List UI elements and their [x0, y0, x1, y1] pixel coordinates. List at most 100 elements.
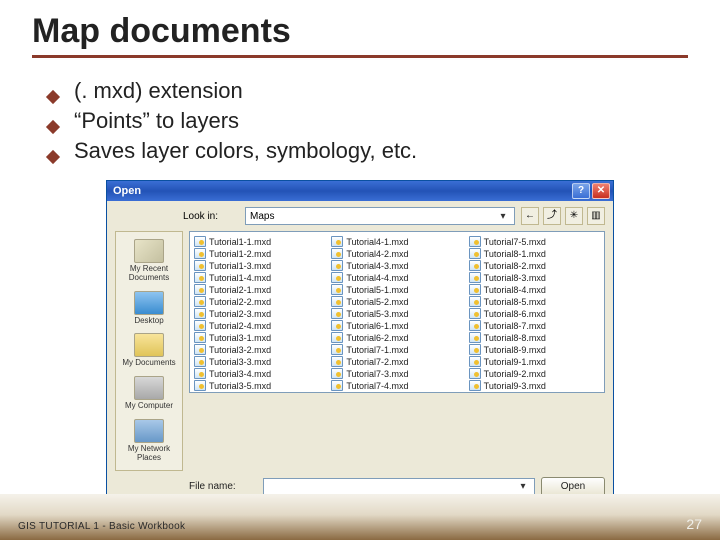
file-item[interactable]: Tutorial8-6.mxd [469, 308, 600, 319]
file-item[interactable]: Tutorial7-2.mxd [331, 356, 462, 367]
mxd-file-icon [469, 380, 481, 391]
file-name: Tutorial5-2.mxd [346, 297, 408, 307]
lookin-label: Look in: [183, 211, 239, 222]
chevron-down-icon: ▾ [496, 211, 510, 222]
file-name: Tutorial6-2.mxd [346, 333, 408, 343]
file-item[interactable]: Tutorial2-1.mxd [194, 284, 325, 295]
file-name: Tutorial8-3.mxd [484, 273, 546, 283]
folder-icon [134, 333, 164, 357]
file-list-pane[interactable]: Tutorial1-1.mxdTutorial1-2.mxd Tutorial1-… [189, 231, 605, 393]
file-item[interactable]: Tutorial4-1.mxd [331, 236, 462, 247]
file-item[interactable]: Tutorial2-2.mxd [194, 296, 325, 307]
mxd-file-icon [194, 284, 206, 295]
file-column: Tutorial1-1.mxdTutorial1-2.mxd Tutorial1-… [194, 236, 325, 388]
file-item[interactable]: Tutorial1-1.mxd [194, 236, 325, 247]
file-item[interactable]: Tutorial7-1.mxd [331, 344, 462, 355]
file-item[interactable]: Tutorial1-4.mxd [194, 272, 325, 283]
mxd-file-icon [469, 272, 481, 283]
up-folder-icon[interactable]: ⤴ [543, 207, 561, 225]
file-item[interactable]: Tutorial4-4.mxd [331, 272, 462, 283]
file-item[interactable]: Tutorial8-3.mxd [469, 272, 600, 283]
diamond-bullet-icon [46, 120, 60, 134]
file-item[interactable]: Tutorial8-2.mxd [469, 260, 600, 271]
file-name: Tutorial4-2.mxd [346, 249, 408, 259]
diamond-bullet-icon [46, 90, 60, 104]
slide-footer: GIS TUTORIAL 1 - Basic Workbook 27 [0, 494, 720, 540]
filename-field[interactable]: ▾ [263, 478, 535, 496]
close-button[interactable]: ✕ [592, 183, 610, 199]
mxd-file-icon [469, 236, 481, 247]
page-number: 27 [686, 516, 702, 532]
views-icon[interactable]: ▥ [587, 207, 605, 225]
dialog-titlebar[interactable]: Open ? ✕ [107, 181, 613, 201]
file-name: Tutorial1-1.mxd [209, 237, 271, 247]
file-item[interactable]: Tutorial9-3.mxd [469, 380, 600, 391]
file-item[interactable]: Tutorial8-4.mxd [469, 284, 600, 295]
mxd-file-icon [331, 248, 343, 259]
dialog-middle: My Recent Documents Desktop My Documents [115, 231, 605, 471]
mxd-file-icon [469, 308, 481, 319]
file-item[interactable]: Tutorial7-5.mxd [469, 236, 600, 247]
places-bar: My Recent Documents Desktop My Documents [115, 231, 183, 471]
file-item[interactable]: Tutorial2-3.mxd [194, 308, 325, 319]
file-item[interactable]: Tutorial9-1.mxd [469, 356, 600, 367]
back-icon[interactable]: ← [521, 207, 539, 225]
file-item[interactable]: Tutorial3-1.mxd [194, 332, 325, 343]
place-label: My Recent Documents [119, 265, 179, 283]
file-item[interactable]: Tutorial6-1.mxd [331, 320, 462, 331]
file-item[interactable]: Tutorial7-3.mxd [331, 368, 462, 379]
file-item[interactable]: Tutorial8-9.mxd [469, 344, 600, 355]
file-name: Tutorial8-4.mxd [484, 285, 546, 295]
file-item[interactable]: Tutorial8-1.mxd [469, 248, 600, 259]
diamond-bullet-icon [46, 150, 60, 164]
bullet-list: (. mxd) extension “Points” to layers Sav… [0, 70, 720, 164]
file-item[interactable]: Tutorial4-3.mxd [331, 260, 462, 271]
file-name: Tutorial4-3.mxd [346, 261, 408, 271]
file-item[interactable]: Tutorial9-2.mxd [469, 368, 600, 379]
lookin-combo[interactable]: Maps ▾ [245, 207, 515, 225]
help-button[interactable]: ? [572, 183, 590, 199]
file-item[interactable]: Tutorial1-2.mxd [194, 248, 325, 259]
file-item[interactable]: Tutorial5-3.mxd [331, 308, 462, 319]
file-item[interactable]: Tutorial3-4.mxd [194, 368, 325, 379]
file-item[interactable]: Tutorial5-2.mxd [331, 296, 462, 307]
new-folder-icon[interactable]: ✳ [565, 207, 583, 225]
file-item[interactable]: Tutorial2-4.mxd [194, 320, 325, 331]
bullet-item: Saves layer colors, symbology, etc. [48, 138, 672, 164]
place-desktop[interactable]: Desktop [119, 288, 179, 329]
mxd-file-icon [331, 236, 343, 247]
place-computer[interactable]: My Computer [119, 373, 179, 414]
lookin-value: Maps [250, 211, 274, 222]
file-name: Tutorial6-1.mxd [346, 321, 408, 331]
file-item[interactable]: Tutorial3-2.mxd [194, 344, 325, 355]
desktop-icon [134, 291, 164, 315]
file-item[interactable]: Tutorial3-5.mxd [194, 380, 325, 391]
file-item[interactable]: Tutorial8-7.mxd [469, 320, 600, 331]
file-name: Tutorial9-2.mxd [484, 369, 546, 379]
mxd-file-icon [331, 320, 343, 331]
place-mydocs[interactable]: My Documents [119, 330, 179, 371]
file-item[interactable]: Tutorial7-4.mxd [331, 380, 462, 391]
place-label: My Network Places [119, 445, 179, 463]
mxd-file-icon [331, 356, 343, 367]
place-network[interactable]: My Network Places [119, 416, 179, 466]
file-item[interactable]: Tutorial1-3.mxd [194, 260, 325, 271]
place-recent[interactable]: My Recent Documents [119, 236, 179, 286]
file-name: Tutorial1-3.mxd [209, 261, 271, 271]
file-name: Tutorial5-1.mxd [346, 285, 408, 295]
file-item[interactable]: Tutorial4-2.mxd [331, 248, 462, 259]
file-name: Tutorial8-6.mxd [484, 309, 546, 319]
file-item[interactable]: Tutorial3-3.mxd [194, 356, 325, 367]
bullet-item: “Points” to layers [48, 108, 672, 134]
open-dialog: Open ? ✕ Look in: Maps ▾ ← ⤴ ✳ [106, 180, 614, 540]
file-item[interactable]: Tutorial5-1.mxd [331, 284, 462, 295]
mxd-file-icon [469, 320, 481, 331]
file-name: Tutorial7-1.mxd [346, 345, 408, 355]
dialog-screenshot: Open ? ✕ Look in: Maps ▾ ← ⤴ ✳ [0, 180, 720, 540]
file-item[interactable]: Tutorial8-8.mxd [469, 332, 600, 343]
mxd-file-icon [469, 248, 481, 259]
file-item[interactable]: Tutorial6-2.mxd [331, 332, 462, 343]
file-name: Tutorial9-3.mxd [484, 381, 546, 391]
place-label: My Documents [122, 359, 175, 368]
file-item[interactable]: Tutorial8-5.mxd [469, 296, 600, 307]
